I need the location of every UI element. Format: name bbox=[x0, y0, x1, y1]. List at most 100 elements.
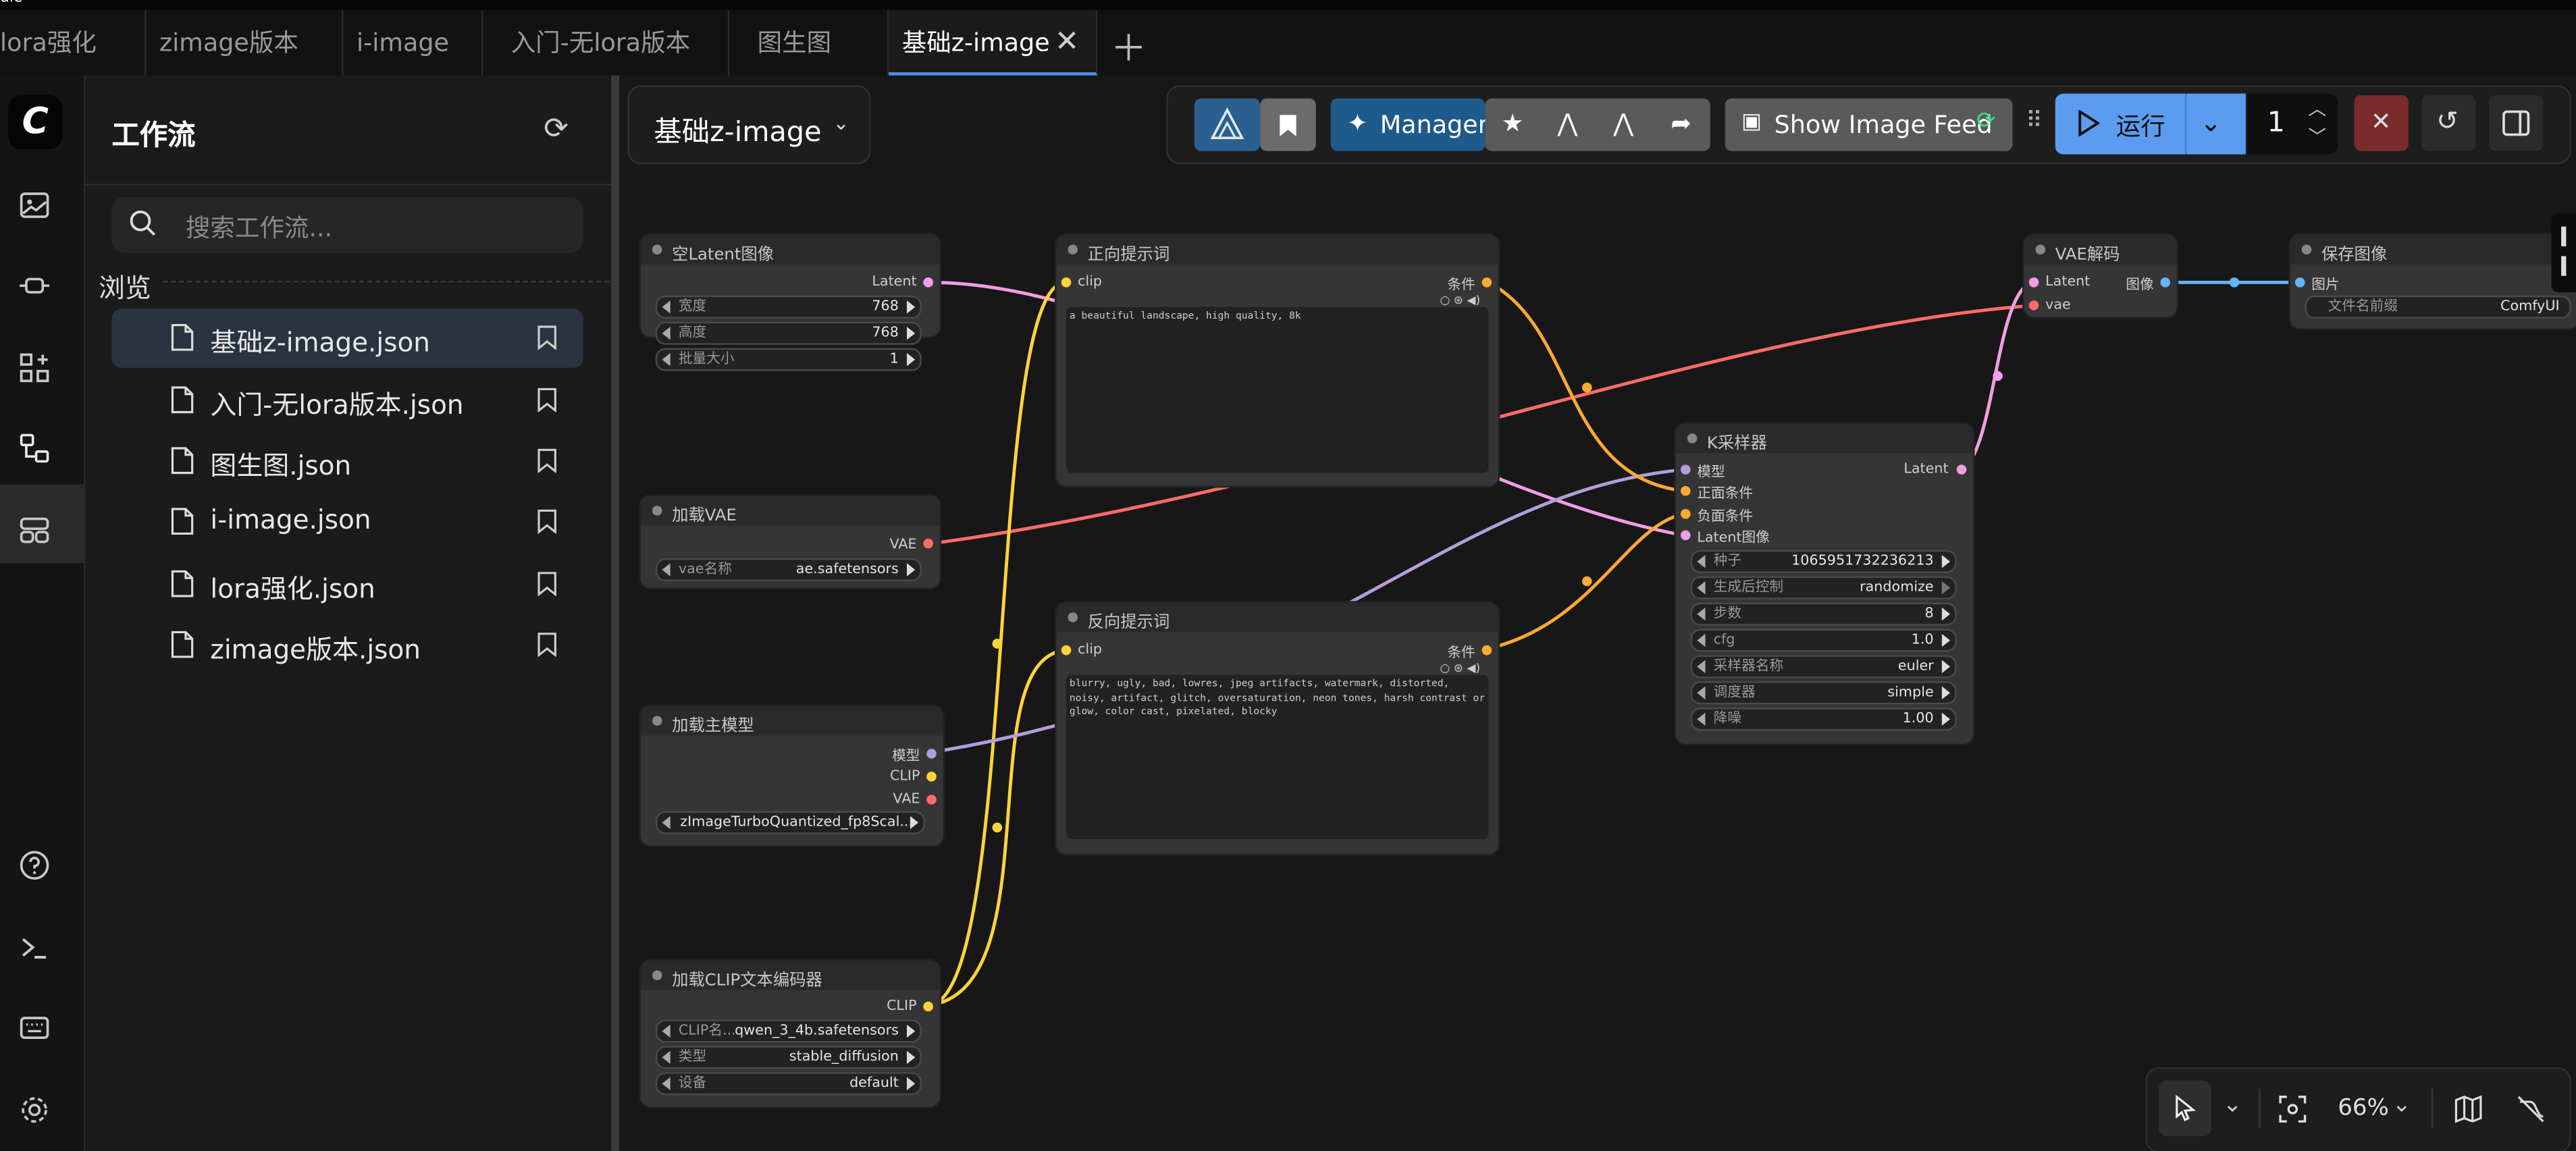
output-pin[interactable] bbox=[926, 749, 937, 759]
increment-arrow-icon[interactable] bbox=[910, 815, 919, 830]
decrement-arrow-icon[interactable] bbox=[662, 327, 671, 340]
input-pin[interactable] bbox=[1680, 485, 1691, 496]
output-pin[interactable] bbox=[923, 538, 933, 549]
widget-vae-name[interactable]: vae名称 ae.safetensors bbox=[655, 558, 922, 582]
bookmark-button[interactable] bbox=[1260, 98, 1316, 151]
decrement-arrow-icon[interactable] bbox=[1697, 607, 1706, 621]
output-pin[interactable] bbox=[923, 1001, 933, 1012]
input-pin[interactable] bbox=[1680, 530, 1691, 541]
widget-clip-type[interactable]: 类型 stable_diffusion bbox=[655, 1046, 922, 1069]
node-collapse-dot[interactable] bbox=[1687, 433, 1698, 444]
decrement-arrow-icon[interactable] bbox=[1697, 660, 1706, 674]
decrement-arrow-icon[interactable] bbox=[1697, 712, 1706, 726]
node-collapse-dot[interactable] bbox=[2035, 244, 2046, 255]
widget-device[interactable]: 设备 default bbox=[655, 1072, 922, 1096]
widget-height[interactable]: 高度 768 bbox=[655, 321, 922, 345]
show-image-feed-button[interactable]: ▣ Show Image Feed ⟳ bbox=[1725, 98, 2013, 151]
decrement-arrow-icon[interactable] bbox=[1697, 686, 1706, 700]
decrement-arrow-icon[interactable] bbox=[662, 815, 671, 830]
decrement-arrow-icon[interactable] bbox=[1697, 581, 1706, 595]
widget-control-after-generate[interactable]: 生成后控制 randomize bbox=[1690, 576, 1957, 599]
crystools-button[interactable] bbox=[1194, 98, 1261, 151]
output-pin[interactable] bbox=[1481, 645, 1492, 655]
minimap-icon[interactable] bbox=[2454, 1095, 2482, 1123]
toggle-panel-button[interactable] bbox=[2489, 95, 2544, 151]
widget-batch-size[interactable]: 批量大小 1 bbox=[655, 348, 922, 371]
input-pin[interactable] bbox=[2028, 300, 2039, 311]
fit-view-icon[interactable] bbox=[2279, 1095, 2307, 1123]
increment-arrow-icon[interactable] bbox=[907, 1050, 916, 1065]
node-vae-decode[interactable]: VAE解码 Latent vae 图像 bbox=[2024, 234, 2177, 317]
increment-arrow-icon[interactable] bbox=[1941, 607, 1951, 621]
decrement-arrow-icon[interactable] bbox=[1697, 633, 1706, 647]
negative-prompt-textarea[interactable]: blurry, ugly, bad, lowres, jpeg artifact… bbox=[1066, 674, 1489, 839]
widget-seed[interactable]: 种子 1065951732236213 bbox=[1690, 550, 1957, 573]
widget-sampler-name[interactable]: 采样器名称 euler bbox=[1690, 655, 1957, 678]
node-save-image[interactable]: 保存图像 图片 文件名前缀 ComfyUI bbox=[2290, 234, 2576, 329]
node-status-icons[interactable]: ○ ⊛ ◀) bbox=[1440, 294, 1480, 306]
output-pin[interactable] bbox=[926, 772, 937, 782]
zoom-level[interactable]: 66% bbox=[2338, 1095, 2389, 1121]
increment-arrow-icon[interactable] bbox=[907, 352, 916, 367]
output-pin[interactable] bbox=[1956, 464, 1967, 475]
queue-count-input[interactable]: 1 ︿ ﹀ bbox=[2247, 93, 2338, 155]
decrement-arrow-icon[interactable] bbox=[662, 563, 671, 577]
model-icon[interactable]: ⋀ bbox=[1558, 109, 1578, 138]
canvas-edge-handle[interactable] bbox=[2551, 213, 2576, 292]
increment-arrow-icon[interactable] bbox=[907, 563, 916, 577]
increment-arrow-icon[interactable] bbox=[907, 300, 916, 314]
widget-width[interactable]: 宽度 768 bbox=[655, 295, 922, 319]
cancel-button[interactable]: ✕ bbox=[2354, 95, 2409, 151]
node-collapse-dot[interactable] bbox=[2301, 244, 2312, 255]
node-positive-prompt[interactable]: 正向提示词 clip 条件 ○ ⊛ ◀) a beautiful landsca… bbox=[1056, 234, 1498, 486]
increment-arrow-icon[interactable] bbox=[907, 327, 916, 340]
positive-prompt-textarea[interactable]: a beautiful landscape, high quality, 8k bbox=[1066, 306, 1489, 473]
run-button[interactable]: 运行 ⌄ bbox=[2055, 93, 2246, 155]
increment-arrow-icon[interactable] bbox=[1941, 660, 1951, 674]
star-icon[interactable]: ★ bbox=[1502, 109, 1524, 138]
decrement-icon[interactable]: ﹀ bbox=[2308, 123, 2326, 149]
increment-arrow-icon[interactable] bbox=[1941, 581, 1951, 595]
increment-arrow-icon[interactable] bbox=[907, 1077, 916, 1091]
output-pin[interactable] bbox=[926, 795, 937, 805]
node-collapse-dot[interactable] bbox=[652, 506, 662, 516]
model-alt-icon[interactable]: ⋀ bbox=[1613, 109, 1633, 138]
widget-steps[interactable]: 步数 8 bbox=[1690, 602, 1957, 626]
workflow-name-button[interactable]: 基础z-image ⌄ bbox=[627, 85, 871, 165]
increment-arrow-icon[interactable] bbox=[907, 1024, 916, 1038]
widget-filename-prefix[interactable]: 文件名前缀 ComfyUI bbox=[2305, 295, 2571, 319]
input-pin[interactable] bbox=[1680, 464, 1691, 475]
increment-arrow-icon[interactable] bbox=[1941, 555, 1951, 568]
node-status-icons[interactable]: ○ ⊛ ◀) bbox=[1440, 662, 1480, 674]
decrement-arrow-icon[interactable] bbox=[662, 1024, 671, 1038]
queue-history-button[interactable]: ↺ bbox=[2421, 95, 2476, 151]
decrement-arrow-icon[interactable] bbox=[662, 300, 671, 314]
select-tool-button[interactable] bbox=[2159, 1080, 2211, 1137]
widget-scheduler[interactable]: 调度器 simple bbox=[1690, 681, 1957, 705]
increment-arrow-icon[interactable] bbox=[1941, 633, 1951, 647]
zoom-chevron-down-icon[interactable]: ⌄ bbox=[2392, 1092, 2412, 1118]
widget-clip-name[interactable]: CLIP名... qwen_3_4b.safetensors bbox=[655, 1019, 922, 1043]
increment-arrow-icon[interactable] bbox=[1941, 686, 1951, 700]
manager-button[interactable]: ✦ Manager bbox=[1330, 98, 1488, 151]
decrement-arrow-icon[interactable] bbox=[662, 352, 671, 367]
decrement-arrow-icon[interactable] bbox=[662, 1050, 671, 1065]
hide-links-icon[interactable] bbox=[2517, 1095, 2544, 1123]
increment-arrow-icon[interactable] bbox=[1941, 712, 1951, 726]
input-pin[interactable] bbox=[1061, 277, 1072, 288]
node-collapse-dot[interactable] bbox=[1068, 612, 1078, 622]
widget-model-name[interactable]: zImageTurboQuantized_fp8Scal... bbox=[655, 811, 925, 834]
node-empty-latent[interactable]: 空Latent图像 Latent 宽度 768 高度 768 批量大小 1 bbox=[640, 234, 940, 371]
node-load-clip[interactable]: 加载CLIP文本编码器 CLIP CLIP名... qwen_3_4b.safet… bbox=[640, 960, 940, 1107]
node-collapse-dot[interactable] bbox=[652, 244, 662, 255]
node-collapse-dot[interactable] bbox=[1068, 244, 1078, 255]
drag-handle-icon[interactable]: ⠿ bbox=[2026, 109, 2043, 135]
input-pin[interactable] bbox=[1680, 508, 1691, 519]
increment-icon[interactable]: ︿ bbox=[2308, 95, 2326, 122]
decrement-arrow-icon[interactable] bbox=[1697, 555, 1706, 568]
input-pin[interactable] bbox=[2028, 277, 2039, 288]
widget-denoise[interactable]: 降噪 1.00 bbox=[1690, 707, 1957, 731]
widget-cfg[interactable]: cfg 1.0 bbox=[1690, 628, 1957, 652]
node-collapse-dot[interactable] bbox=[652, 716, 662, 726]
node-ksampler[interactable]: K采样器 模型 正面条件 负面条件 Latent图像 Latent 种子 1065… bbox=[1675, 423, 1974, 744]
